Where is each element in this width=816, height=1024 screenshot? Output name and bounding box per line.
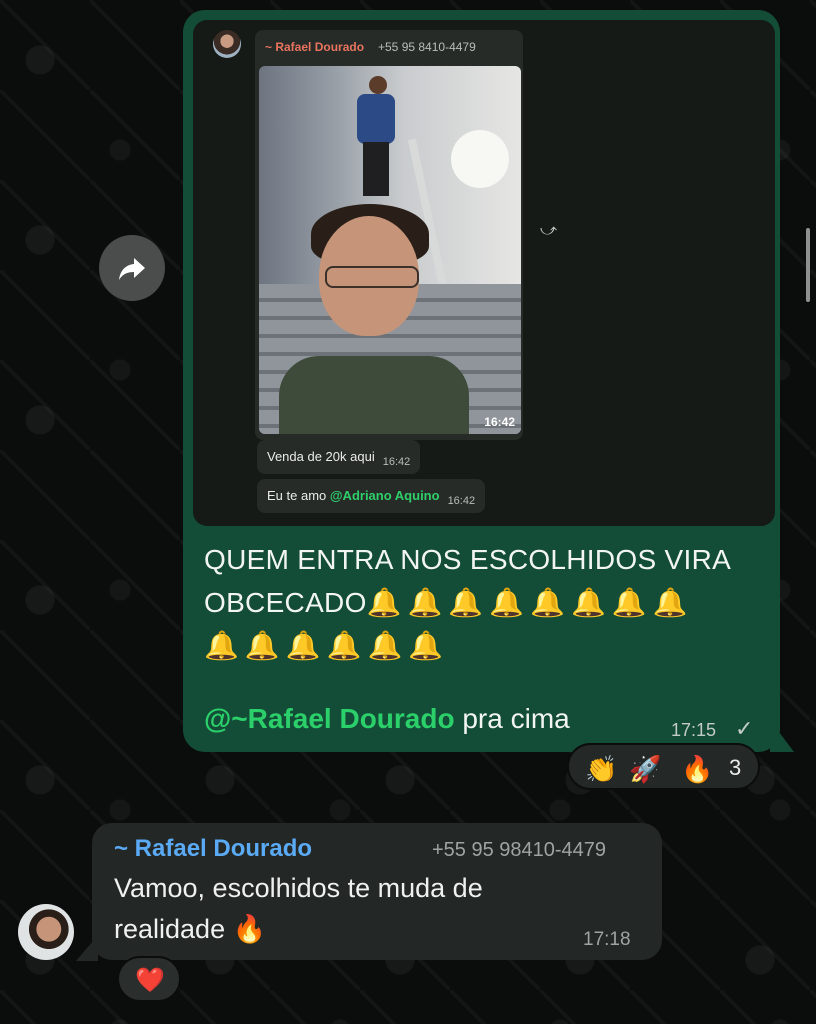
quoted-avatar [213, 30, 241, 58]
photo-background-person [357, 76, 397, 196]
outgoing-bubble-tail [770, 720, 794, 752]
forward-icon: ⤻ [540, 222, 558, 239]
incoming-timestamp: 17:18 [583, 929, 631, 950]
quoted-mention: @Adriano Aquino [329, 488, 440, 503]
quoted-message-1: Venda de 20k aqui 16:42 [257, 440, 421, 474]
heart-reaction-pill[interactable]: ❤️ [117, 956, 181, 1002]
selfie-photo[interactable]: 16:42 [259, 66, 521, 434]
quoted-sender-phone: +55 95 8410-4479 [378, 40, 476, 54]
photo-window [451, 130, 509, 188]
share-arrow-icon [119, 258, 145, 280]
outgoing-text-line2: OBCECADO [204, 587, 367, 618]
sent-check-icon: ✓ [735, 716, 754, 741]
clap-reaction-icon: 👏 [585, 754, 618, 784]
incoming-text-line2: realidade 🔥 [114, 914, 267, 944]
mention-link[interactable]: @~Rafael Dourado [204, 703, 455, 734]
sender-avatar[interactable] [18, 904, 74, 960]
mention-suffix: pra cima [454, 703, 570, 734]
quoted-message-1-time: 16:42 [382, 456, 411, 468]
incoming-bubble-tail [76, 935, 98, 961]
outgoing-mention-line: @~Rafael Dourado pra cima [204, 703, 570, 735]
bells-row-1: 🔔🔔🔔🔔🔔🔔🔔🔔 [366, 587, 694, 618]
photo-shirt [279, 356, 469, 434]
quoted-message-2-time: 16:42 [447, 495, 476, 507]
heart-reaction-icon: ❤️ [135, 967, 165, 994]
outgoing-message-text: QUEM ENTRA NOS ESCOLHIDOS VIRA OBCECADO🔔… [204, 538, 774, 667]
quoted-message-1-text: Venda de 20k aqui [267, 449, 375, 464]
incoming-text-line1: Vamoo, escolhidos te muda de [114, 873, 483, 903]
reaction-count: 3 [729, 755, 742, 780]
incoming-message-text: Vamoo, escolhidos te muda de realidade 🔥 [114, 868, 634, 950]
quoted-sender-name: ~ Rafael Dourado [265, 40, 365, 54]
outgoing-text-line1: QUEM ENTRA NOS ESCOLHIDOS VIRA [204, 544, 732, 575]
forward-button[interactable] [99, 235, 165, 301]
rocket-reaction-icon: 🚀 [629, 754, 662, 784]
fire-reaction-icon: 🔥 [681, 754, 714, 784]
incoming-sender-phone: +55 95 98410-4479 [432, 839, 607, 861]
quoted-message-2-text: Eu te amo [267, 488, 330, 503]
quoted-message-2: Eu te amo @Adriano Aquino 16:42 [257, 479, 486, 513]
photo-timestamp: 16:42 [484, 415, 515, 429]
outgoing-timestamp: 17:15 [671, 720, 717, 740]
reactions-pill[interactable]: 👏 🚀 🔥 3 [567, 743, 760, 790]
scrollbar[interactable] [806, 228, 810, 302]
photo-glasses [325, 266, 419, 288]
bells-row-2: 🔔🔔🔔🔔🔔🔔 [204, 630, 450, 661]
incoming-sender-name[interactable]: ~ Rafael Dourado [114, 835, 312, 863]
